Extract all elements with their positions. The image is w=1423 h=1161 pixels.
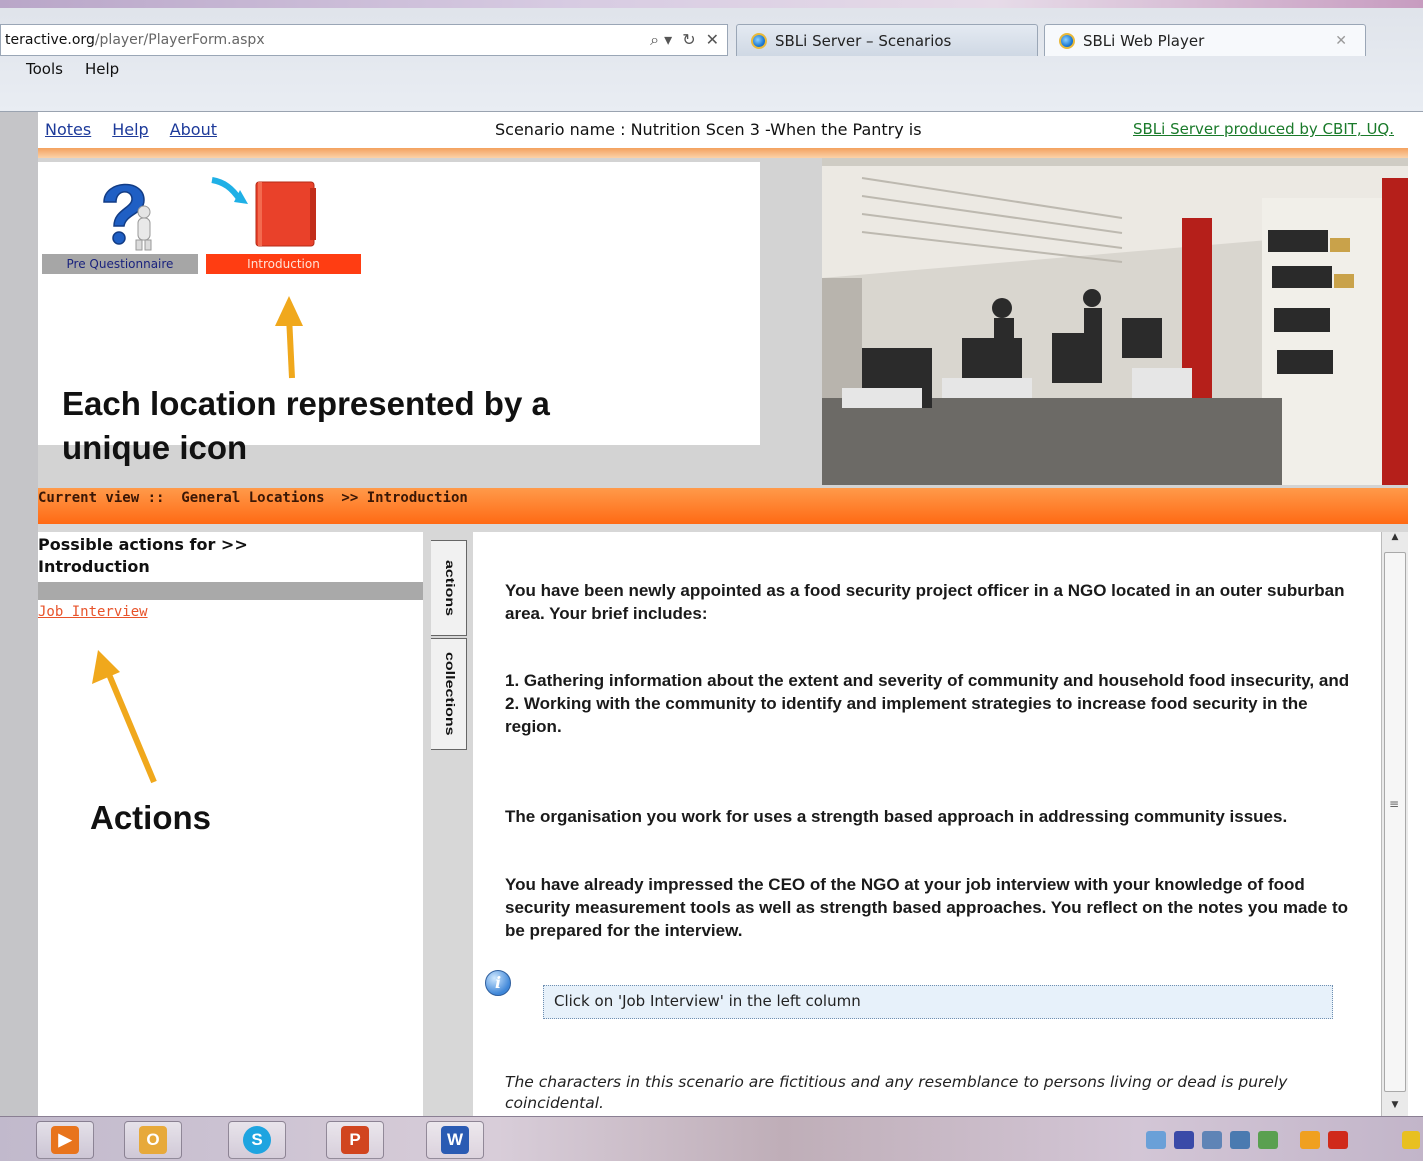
address-bar[interactable]: teractive.org/player/PlayerForm.aspx ⌕ ▾… [0, 24, 728, 56]
taskbar-media-player[interactable]: ▶ [36, 1121, 94, 1159]
taskbar-skype[interactable]: S [228, 1121, 286, 1159]
stop-icon[interactable]: ✕ [706, 30, 719, 50]
skype-icon: S [243, 1126, 271, 1154]
word-icon: W [441, 1126, 469, 1154]
content-paragraph-3: The organisation you work for uses a str… [505, 807, 1288, 826]
header-divider [38, 148, 1408, 158]
scroll-grip-icon: ≡ [1389, 797, 1400, 811]
scenario-name: Scenario name : Nutrition Scen 3 -When t… [495, 119, 922, 139]
tab-collections[interactable]: collections [431, 638, 467, 750]
disclaimer-text: The characters in this scenario are fict… [505, 1073, 1288, 1112]
taskbar-outlook[interactable]: O [124, 1121, 182, 1159]
content-paragraph-1: You have been newly appointed as a food … [505, 581, 1345, 623]
scroll-up-icon[interactable]: ▲ [1382, 532, 1408, 548]
tray-network-icon[interactable] [1146, 1131, 1166, 1149]
current-view-text: Current view :: General Locations >> Int… [38, 490, 468, 506]
scroll-thumb[interactable] [1384, 552, 1406, 1092]
windows-taskbar: ▶ O S P W [0, 1116, 1423, 1161]
tray-apps-icon[interactable] [1174, 1131, 1194, 1149]
browser-chrome: teractive.org/player/PlayerForm.aspx ⌕ ▾… [0, 0, 1423, 112]
tray-extra-icon[interactable] [1402, 1131, 1420, 1149]
taskbar-word[interactable]: W [426, 1121, 484, 1159]
location-introduction[interactable]: Introduction [206, 254, 361, 274]
info-icon: i [485, 970, 511, 996]
tray-monitor-icon[interactable] [1230, 1131, 1250, 1149]
powerpoint-icon: P [341, 1126, 369, 1154]
tab-title: SBLi Web Player [1083, 31, 1205, 50]
current-view-bar: Current view :: General Locations >> Int… [38, 488, 1408, 524]
location-pre-questionnaire[interactable]: Pre Questionnaire [42, 254, 198, 274]
tray-outlook-icon[interactable] [1300, 1131, 1320, 1149]
annotation-location-icons: Each location represented by a unique ic… [62, 385, 550, 466]
tab-actions[interactable]: actions [431, 540, 467, 636]
tray-update-icon[interactable] [1258, 1131, 1278, 1149]
notes-link[interactable]: Notes [45, 120, 91, 139]
about-link[interactable]: About [170, 120, 217, 139]
content-panel: You have been newly appointed as a food … [473, 532, 1381, 1116]
scroll-down-icon[interactable]: ▼ [1382, 1100, 1408, 1116]
hint-box: Click on 'Job Interview' in the left col… [543, 985, 1333, 1019]
annotation-actions: Actions [90, 799, 212, 836]
refresh-icon[interactable]: ↻ [682, 30, 695, 50]
red-folder-icon[interactable] [206, 174, 326, 254]
lower-area: Possible actions for >> Introduction Job… [38, 524, 1408, 1116]
help-link[interactable]: Help [112, 120, 148, 139]
menu-help[interactable]: Help [85, 60, 119, 82]
actions-panel: Possible actions for >> Introduction Job… [38, 532, 423, 1116]
menu-tools[interactable]: Tools [26, 60, 63, 82]
ie-icon [1059, 32, 1075, 49]
action-job-interview[interactable]: Job Interview [38, 604, 148, 620]
top-link-bar: Notes Help About Scenario name : Nutriti… [38, 112, 1408, 146]
location-area: Pre Questionnaire Introduction Each loca… [38, 158, 1408, 488]
address-controls: ⌕ ▾ ↻ ✕ [650, 30, 719, 50]
tray-acrobat-icon[interactable] [1328, 1131, 1348, 1149]
content-paragraph-4: You have already impressed the CEO of th… [505, 875, 1349, 940]
actions-header: Possible actions for >> Introduction [38, 535, 248, 576]
outlook-icon: O [139, 1126, 167, 1154]
search-dropdown-icon[interactable]: ⌕ ▾ [650, 30, 672, 50]
close-tab-icon[interactable]: ✕ [1335, 33, 1347, 49]
tab-sbli-server-scenarios[interactable]: SBLi Server – Scenarios [736, 24, 1038, 56]
sbli-web-player: Notes Help About Scenario name : Nutriti… [38, 112, 1423, 1116]
media-player-icon: ▶ [51, 1126, 79, 1154]
tray-display-icon[interactable] [1202, 1131, 1222, 1149]
tab-title: SBLi Server – Scenarios [775, 31, 952, 50]
left-gutter [0, 112, 38, 1116]
actions-separator [38, 582, 423, 600]
content-paragraph-2: 1. Gathering information about the exten… [505, 671, 1350, 736]
ie-icon [751, 32, 767, 49]
tab-sbli-web-player[interactable]: SBLi Web Player ✕ [1044, 24, 1366, 56]
taskbar-powerpoint[interactable]: P [326, 1121, 384, 1159]
question-mark-person-icon[interactable] [74, 172, 164, 252]
office-photo [822, 158, 1408, 485]
window-title-strip [0, 0, 1423, 8]
menu-bar: Tools Help [0, 60, 119, 82]
address-url[interactable]: teractive.org/player/PlayerForm.aspx [1, 32, 265, 48]
content-scrollbar[interactable]: ▲ ≡ ▼ [1381, 532, 1408, 1116]
producer-link[interactable]: SBLi Server produced by CBIT, UQ. [1133, 120, 1394, 138]
